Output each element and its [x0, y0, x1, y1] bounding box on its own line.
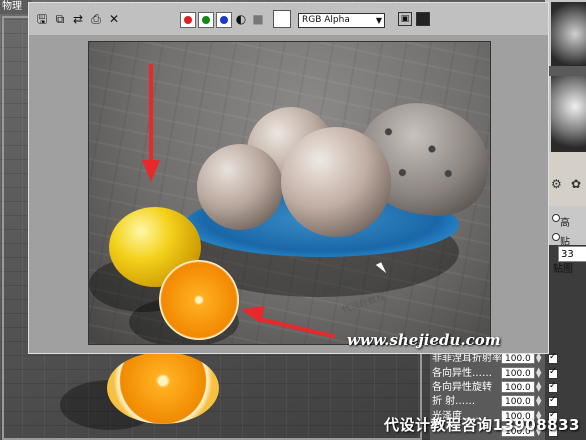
- frame-buffer-toolbar: 🖫 ⧉ ⇄ ⎙ ✕ ◐ ■ RGB Alpha ▼ ▣: [29, 3, 548, 35]
- prop-row: 折 射…… 100.0 ▲ ▼: [430, 395, 545, 409]
- prop-spinner[interactable]: 100.0: [501, 381, 535, 393]
- egg-left: [197, 144, 283, 230]
- prop-checkbox[interactable]: [548, 367, 558, 379]
- green-channel-button[interactable]: [198, 12, 214, 28]
- frame-buffer-window: 🖫 ⧉ ⇄ ⎙ ✕ ◐ ■ RGB Alpha ▼ ▣ daimau.com 代…: [28, 2, 549, 354]
- prop-spinner[interactable]: 100.0: [501, 367, 535, 379]
- orange-half: [159, 260, 239, 340]
- prop-label: 折 射……: [432, 396, 476, 407]
- clone-icon[interactable]: ⧉: [53, 12, 67, 26]
- blue-channel-button[interactable]: [216, 12, 232, 28]
- red-channel-button[interactable]: [180, 12, 196, 28]
- options-icon[interactable]: ✿: [571, 177, 581, 191]
- print-icon[interactable]: ⎙: [89, 12, 103, 26]
- red-arrow-left: [258, 317, 336, 339]
- prop-row: 非菲涅耳折射率 100.0 ▲ ▼: [430, 352, 545, 366]
- render-canvas[interactable]: daimau.com 代设计教程: [88, 41, 491, 345]
- chevron-down-icon: ▼: [375, 16, 382, 25]
- spinner-arrows-icon[interactable]: ▲ ▼: [536, 395, 542, 407]
- prop-checkbox[interactable]: [548, 352, 558, 364]
- arrow-head-left-icon: [239, 300, 265, 324]
- track-icon[interactable]: ⇄: [71, 12, 85, 26]
- site-watermark: www.shejiedu.com: [347, 331, 501, 349]
- prop-label: 非菲涅耳折射率: [432, 353, 502, 364]
- red-arrow-down: [149, 64, 153, 164]
- display-icon[interactable]: ▣: [398, 12, 412, 26]
- alpha-icon[interactable]: ◐: [234, 12, 248, 26]
- red-dot-icon: [184, 16, 192, 24]
- number-field[interactable]: 33: [558, 246, 586, 262]
- material-sample[interactable]: [551, 76, 586, 152]
- save-icon[interactable]: 🖫: [35, 12, 49, 26]
- prop-row: 各向异性旋转 100.0 ▲ ▼: [430, 381, 545, 395]
- prop-label: 各向异性……: [432, 368, 492, 379]
- pick-icon[interactable]: ⚙: [551, 177, 562, 191]
- channel-select[interactable]: RGB Alpha ▼: [298, 13, 385, 28]
- contact-watermark: 代设计教程咨询13908833: [384, 416, 580, 434]
- clear-icon[interactable]: ✕: [107, 12, 121, 26]
- green-dot-icon: [202, 16, 210, 24]
- spinner-arrows-icon[interactable]: ▲ ▼: [536, 381, 542, 393]
- spinner-arrows-icon[interactable]: ▲ ▼: [536, 367, 542, 379]
- channel-select-value: RGB Alpha: [302, 15, 350, 25]
- spinner-arrows-icon[interactable]: ▲ ▼: [536, 352, 542, 364]
- radio-label-1: 高: [560, 218, 570, 229]
- radio-button-1[interactable]: [552, 214, 560, 222]
- egg-front: [281, 127, 391, 237]
- blue-dot-icon: [220, 16, 228, 24]
- prop-checkbox[interactable]: [548, 395, 558, 407]
- arrow-head-down-icon: [142, 160, 160, 182]
- prop-checkbox[interactable]: [548, 381, 558, 393]
- material-sample-top[interactable]: [551, 2, 586, 66]
- prop-row: 各向异性…… 100.0 ▲ ▼: [430, 367, 545, 381]
- radio-button-2[interactable]: [552, 233, 560, 241]
- orange-slice-render: [107, 352, 219, 424]
- mono-icon[interactable]: ■: [251, 12, 265, 26]
- prop-spinner[interactable]: 100.0: [501, 395, 535, 407]
- color-swatch[interactable]: [273, 10, 291, 28]
- alpha-display-icon[interactable]: [416, 12, 430, 26]
- prop-label: 各向异性旋转: [432, 382, 492, 393]
